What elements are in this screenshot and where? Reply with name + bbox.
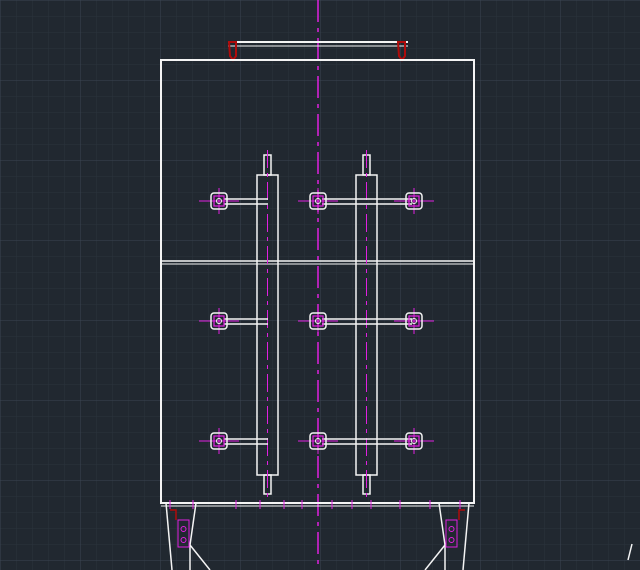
background-grid (0, 0, 640, 570)
drawing-svg[interactable] (0, 0, 640, 570)
cad-drawing-canvas[interactable] (0, 0, 640, 570)
